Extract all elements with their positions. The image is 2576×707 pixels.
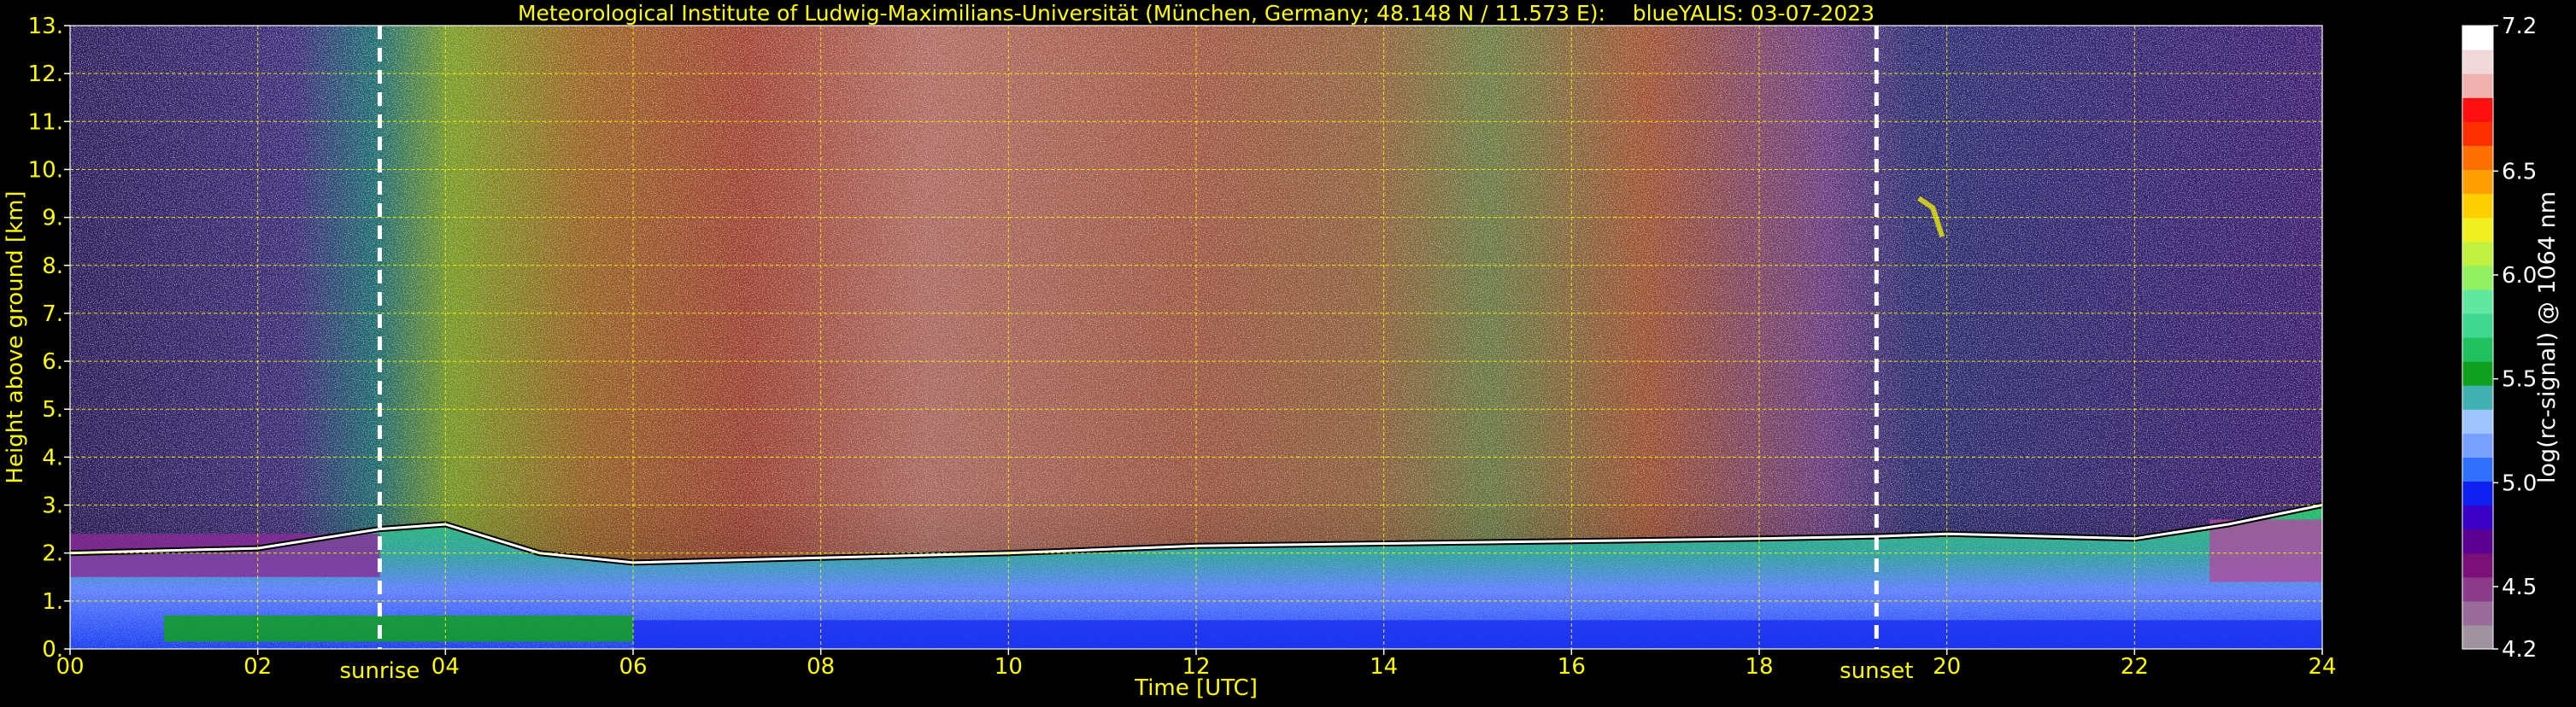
colorbar-segment (2462, 433, 2493, 458)
x-tick-label: 16 (1558, 654, 1586, 680)
x-tick-label: 20 (1933, 654, 1961, 680)
colorbar-segment (2462, 576, 2493, 602)
y-tick-label: 3. (42, 494, 63, 519)
chart-title: Meteorological Institute of Ludwig-Maxim… (518, 1, 1875, 26)
y-tick-label: 12. (28, 61, 63, 87)
colorbar-segment (2462, 265, 2493, 290)
y-axis-label: Height above ground [km] (3, 190, 28, 483)
colorbar-segment (2462, 600, 2493, 626)
colorbar-tick-label: 4.2 (2502, 637, 2537, 663)
colorbar-tick-label: 6.5 (2502, 159, 2537, 184)
colorbar-segment (2462, 409, 2493, 434)
residual-layer-morning (70, 534, 380, 577)
colorbar-segment (2462, 624, 2493, 650)
colorbar-segment (2462, 241, 2493, 266)
y-axis-ticks: 0. 1. 2. 3. 4. 5. 6. 7. 8. 9. 10. 11. 12. 13. (28, 14, 70, 663)
colorbar-segment (2462, 361, 2493, 386)
y-tick-label: 13. (28, 14, 63, 39)
x-tick-label: 06 (619, 654, 647, 680)
y-tick-label: 9. (42, 206, 63, 231)
colorbar-ticks: 4.2 4.5 5.0 5.5 6.0 6.5 7.2 (2493, 14, 2537, 663)
y-tick-label: 4. (42, 445, 63, 470)
y-tick-label: 5. (42, 397, 63, 423)
colorbar-segment (2462, 337, 2493, 362)
colorbar-label: log(rc-signal) @ 1064 nm (2534, 191, 2561, 483)
colorbar-segment (2462, 313, 2493, 338)
annotations: sunrise sunset (339, 658, 1913, 684)
y-tick-label: 6. (42, 349, 63, 375)
colorbar-segment (2462, 552, 2493, 578)
colorbar-segment (2462, 121, 2493, 146)
colorbar-segment (2462, 50, 2493, 74)
colorbar-segment (2462, 505, 2493, 530)
y-tick-label: 2. (42, 541, 63, 567)
y-tick-label: 8. (42, 254, 63, 279)
x-tick-label: 14 (1370, 654, 1398, 680)
y-tick-label: 11. (28, 109, 63, 135)
colorbar-tick-label: 5.0 (2502, 470, 2537, 496)
y-tick-label: 7. (42, 301, 63, 327)
surface-layer-blue (633, 620, 2322, 649)
colorbar-tick-label: 7.2 (2502, 14, 2537, 39)
colorbar-segment (2462, 217, 2493, 242)
colorbar-segment (2462, 193, 2493, 219)
y-tick-label: 1. (42, 589, 63, 615)
colorbar-segment (2462, 145, 2493, 171)
lidar-time-height-plot: 00 02 04 06 08 10 12 14 16 18 20 22 24 0.1.2.3.4.5.6… (3, 1, 2561, 701)
x-tick-label: 22 (2121, 654, 2149, 680)
colorbar-tick-label: 5.5 (2502, 367, 2537, 393)
colorbar-segment (2462, 97, 2493, 122)
colorbar-segment (2462, 169, 2493, 195)
colorbar-segment (2462, 73, 2493, 98)
colorbar-tick-label: 4.5 (2502, 575, 2537, 600)
sunset-label: sunset (1840, 658, 1913, 684)
y-tick-label: 10. (28, 157, 63, 183)
residual-layer-evening (2209, 519, 2322, 582)
sunrise-label: sunrise (339, 658, 420, 684)
x-tick-label: 18 (1745, 654, 1773, 680)
colorbar-tick-label: 6.0 (2502, 263, 2537, 289)
y-tick-label: 0. (42, 637, 63, 663)
x-axis-label: Time [UTC] (1134, 675, 1258, 701)
x-tick-label: 02 (244, 654, 272, 680)
colorbar-segment (2462, 529, 2493, 554)
x-tick-label: 24 (2308, 654, 2336, 680)
colorbar-segment (2462, 481, 2493, 506)
colorbar-segment (2462, 26, 2493, 50)
chart-figure: 00 02 04 06 08 10 12 14 16 18 20 22 24 0. 1. 2. 3. 4. 5. 6… (0, 0, 2576, 704)
colorbar-segment (2462, 457, 2493, 482)
x-tick-label: 08 (807, 654, 835, 680)
colorbar (2462, 25, 2494, 650)
colorbar-segment (2462, 385, 2493, 410)
x-tick-label: 10 (995, 654, 1023, 680)
x-tick-label: 04 (431, 654, 460, 680)
colorbar-segment (2462, 289, 2493, 314)
surface-layer-green (163, 615, 634, 642)
